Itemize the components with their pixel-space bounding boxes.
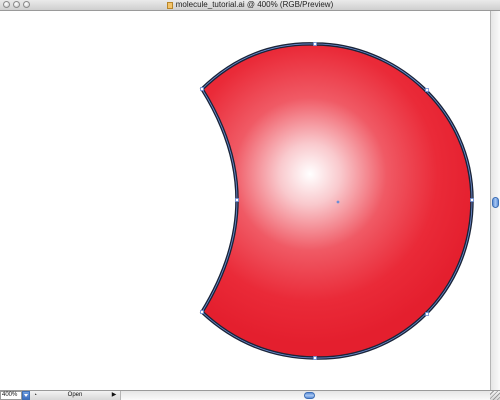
anchor-point[interactable] — [200, 310, 204, 314]
document-icon — [166, 1, 173, 9]
anchor-point[interactable] — [313, 42, 317, 46]
anchor-point[interactable] — [235, 198, 239, 202]
window-title-wrap: molecule_tutorial.ai @ 400% (RGB/Preview… — [0, 0, 500, 10]
status-bar: 400% ◔ Open ▶ — [0, 390, 500, 400]
artwork-svg — [199, 42, 474, 360]
horizontal-scroll-thumb[interactable] — [304, 392, 315, 399]
triangle-right-icon[interactable]: ▶ — [110, 391, 118, 400]
info-icon[interactable]: ◔ — [31, 391, 39, 400]
title-bar: molecule_tutorial.ai @ 400% (RGB/Preview… — [0, 0, 500, 11]
center-point — [336, 200, 340, 204]
artboard-canvas[interactable] — [0, 11, 490, 390]
anchor-point[interactable] — [313, 356, 317, 360]
anchor-point[interactable] — [425, 88, 429, 92]
anchor-point[interactable] — [200, 87, 204, 91]
horizontal-scrollbar[interactable] — [120, 391, 490, 400]
resize-grip-icon[interactable] — [490, 391, 500, 400]
zoom-field[interactable]: 400% — [0, 391, 22, 400]
window-title: molecule_tutorial.ai @ 400% (RGB/Preview… — [175, 0, 334, 9]
status-text: Open — [67, 392, 83, 398]
zoom-dropdown-icon[interactable] — [22, 391, 30, 400]
crescent-shape[interactable] — [199, 42, 474, 360]
vertical-scroll-thumb[interactable] — [492, 197, 499, 208]
anchor-point[interactable] — [470, 198, 474, 202]
anchor-point[interactable] — [425, 312, 429, 316]
vertical-scrollbar[interactable] — [490, 11, 500, 390]
